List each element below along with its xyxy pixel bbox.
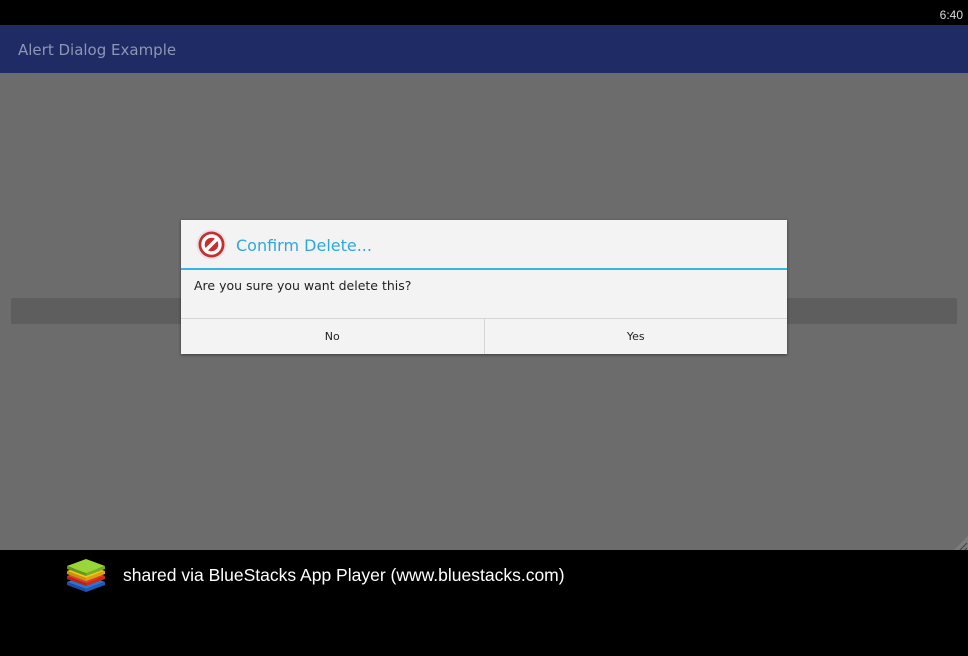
dialog-header: Confirm Delete...: [181, 220, 787, 270]
bluestacks-logo-icon: [67, 559, 105, 592]
footer-text: shared via BlueStacks App Player (www.bl…: [123, 565, 565, 585]
yes-button[interactable]: Yes: [483, 319, 788, 354]
status-time: 6:40: [939, 8, 963, 22]
no-button[interactable]: No: [181, 319, 484, 354]
app-title: Alert Dialog Example: [18, 41, 177, 59]
footer-banner: shared via BlueStacks App Player (www.bl…: [0, 550, 968, 656]
confirm-dialog: Confirm Delete... Are you sure you want …: [181, 220, 787, 354]
stop-icon: [196, 229, 227, 260]
dialog-button-bar: No Yes: [181, 318, 787, 354]
dialog-message: Are you sure you want delete this?: [194, 278, 412, 293]
status-bar: 6:40: [0, 0, 968, 25]
dialog-title: Confirm Delete...: [236, 236, 372, 255]
app-bar: Alert Dialog Example: [0, 25, 968, 73]
